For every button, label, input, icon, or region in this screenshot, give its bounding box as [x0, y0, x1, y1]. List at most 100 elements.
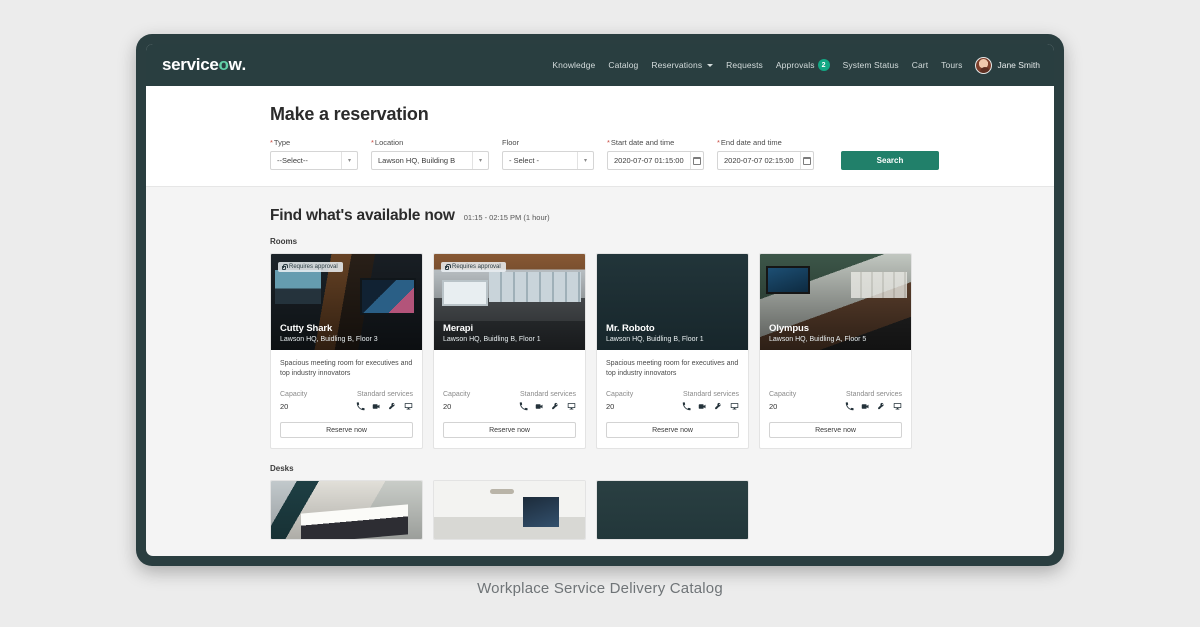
search-button[interactable]: Search	[841, 151, 939, 170]
room-photo-caption: Olympus Lawson HQ, Buidling A, Floor 5	[769, 323, 902, 343]
room-description: Spacious meeting room for executives and…	[606, 360, 739, 378]
logo-text-pre: service	[162, 55, 219, 74]
start-datetime-input[interactable]: 2020-07-07 01:15:00	[607, 151, 704, 170]
field-floor-label: Floor	[502, 138, 594, 147]
required-asterisk: *	[607, 138, 610, 147]
capacity-block: Capacity 20	[606, 391, 633, 411]
desk-card[interactable]	[270, 480, 423, 541]
video-camera-icon	[861, 404, 869, 409]
reserve-now-button[interactable]: Reserve now	[280, 422, 413, 439]
user-menu[interactable]: Jane Smith	[975, 56, 1040, 74]
room-location: Lawson HQ, Buidling B, Floor 1	[606, 336, 704, 343]
room-card[interactable]: Olympus Lawson HQ, Buidling A, Floor 5 C…	[759, 253, 912, 450]
end-datetime-value: 2020-07-07 02:15:00	[724, 156, 794, 165]
room-card[interactable]: Requires approval Merapi Lawson HQ, Buid…	[433, 253, 586, 450]
reservation-form-panel: Make a reservation *Type --Select-- ▾ *L…	[146, 86, 1054, 187]
desk-card[interactable]	[433, 480, 586, 541]
results-section: Find what's available now 01:15 - 02:15 …	[146, 187, 1054, 541]
services-label: Standard services	[356, 391, 413, 399]
nav-requests[interactable]: Requests	[726, 60, 763, 70]
end-datetime-input[interactable]: 2020-07-07 02:15:00	[717, 151, 814, 170]
room-photo: Mr. Roboto Lawson HQ, Buidling B, Floor …	[597, 254, 748, 350]
room-name: Cutty Shark	[280, 323, 333, 334]
room-card-body: Spacious meeting room for executives and…	[271, 350, 422, 448]
field-type-label-text: Type	[273, 138, 291, 147]
desk-photo-image	[597, 481, 748, 540]
floor-select[interactable]: - Select - ▾	[502, 151, 594, 170]
room-meta-row: Capacity 20 Standard services	[606, 391, 739, 411]
capacity-value: 20	[280, 402, 289, 412]
monitor-icon	[893, 403, 902, 410]
room-photo-caption: Cutty Shark Lawson HQ, Buidling B, Floor…	[280, 323, 413, 343]
desk-card[interactable]	[596, 480, 749, 541]
device-frame: service o w. Knowledge Catalog Reservation…	[136, 34, 1064, 566]
service-icon-row	[519, 402, 576, 411]
video-camera-icon	[535, 404, 543, 409]
nav-system-status[interactable]: System Status	[843, 60, 899, 70]
room-name: Merapi	[443, 323, 474, 334]
room-location: Lawson HQ, Buidling A, Floor 5	[769, 336, 867, 343]
video-camera-icon	[372, 404, 380, 410]
type-select[interactable]: --Select-- ▾	[270, 151, 358, 170]
room-photo-caption: Merapi Lawson HQ, Buidling B, Floor 1	[443, 323, 576, 343]
nav-tours[interactable]: Tours	[941, 60, 962, 70]
results-timerange: 01:15 - 02:15 PM (1 hour)	[463, 213, 550, 222]
capacity-label: Capacity	[769, 391, 797, 398]
capacity-block: Capacity 20	[443, 391, 470, 411]
logo-text-post: w	[228, 55, 242, 74]
room-name: Olympus	[769, 323, 809, 334]
phone-icon	[682, 402, 691, 411]
room-card-body: Spacious meeting room for executives and…	[597, 350, 748, 448]
nav-links: Knowledge Catalog Reservations Requests …	[552, 56, 1040, 74]
location-select[interactable]: Lawson HQ, Building B ▾	[371, 151, 489, 170]
browser-screen: service o w. Knowledge Catalog Reservation…	[146, 44, 1054, 556]
field-type-label: *Type	[270, 138, 358, 147]
services-label: Standard services	[519, 391, 576, 398]
approvals-badge: 2	[817, 59, 830, 71]
chevron-down-icon: ▾	[472, 152, 488, 169]
top-navbar: service o w. Knowledge Catalog Reservation…	[146, 44, 1054, 86]
nav-cart[interactable]: Cart	[912, 60, 928, 70]
required-asterisk: *	[371, 138, 374, 147]
services-block: Standard services	[519, 391, 576, 411]
room-photo: Olympus Lawson HQ, Buidling A, Floor 5	[760, 254, 911, 350]
capacity-label: Capacity	[280, 391, 308, 399]
field-end-label-text: End date and time	[720, 138, 782, 147]
lock-icon	[445, 263, 451, 270]
reserve-now-button[interactable]: Reserve now	[606, 422, 739, 439]
room-name: Mr. Roboto	[606, 323, 655, 334]
capacity-value: 20	[606, 402, 615, 412]
projector-icon	[878, 402, 884, 410]
figure-caption: Workplace Service Delivery Catalog	[477, 580, 723, 597]
nav-approvals[interactable]: Approvals 2	[776, 59, 830, 71]
desk-photo-image	[434, 481, 585, 540]
capacity-value: 20	[443, 402, 452, 411]
servicenow-logo[interactable]: service o w.	[162, 55, 246, 75]
capacity-label: Capacity	[443, 391, 471, 398]
room-card[interactable]: Requires approval Cutty Shark Lawson HQ,…	[270, 253, 423, 450]
page-title: Make a reservation	[270, 104, 429, 124]
projector-icon	[715, 403, 721, 410]
room-meta-row: Capacity 20 Standard services	[443, 391, 576, 411]
calendar-icon[interactable]	[689, 152, 703, 169]
room-card[interactable]: Mr. Roboto Lawson HQ, Buidling B, Floor …	[596, 253, 749, 450]
logo-dot: .	[241, 55, 247, 74]
nav-catalog-label: Catalog	[608, 60, 639, 70]
field-location: *Location Lawson HQ, Building B ▾	[371, 138, 489, 170]
video-camera-icon	[698, 404, 706, 410]
field-end-date: *End date and time 2020-07-07 02:15:00	[717, 138, 814, 170]
room-description: Spacious meeting room for executives and…	[280, 360, 413, 378]
calendar-icon[interactable]	[799, 152, 813, 169]
start-datetime-value: 2020-07-07 01:15:00	[614, 156, 684, 165]
location-select-value: Lawson HQ, Building B	[378, 156, 456, 165]
reserve-now-button[interactable]: Reserve now	[443, 422, 576, 438]
reserve-now-button[interactable]: Reserve now	[769, 422, 902, 438]
desks-section: Desks	[270, 464, 1030, 541]
field-floor: Floor - Select - ▾	[502, 138, 594, 170]
field-location-label: *Location	[371, 138, 489, 147]
field-start-date: *Start date and time 2020-07-07 01:15:00	[607, 138, 704, 170]
nav-catalog[interactable]: Catalog	[608, 60, 638, 70]
nav-knowledge[interactable]: Knowledge	[552, 60, 595, 70]
projector-icon	[389, 403, 395, 410]
nav-reservations[interactable]: Reservations	[651, 60, 714, 70]
